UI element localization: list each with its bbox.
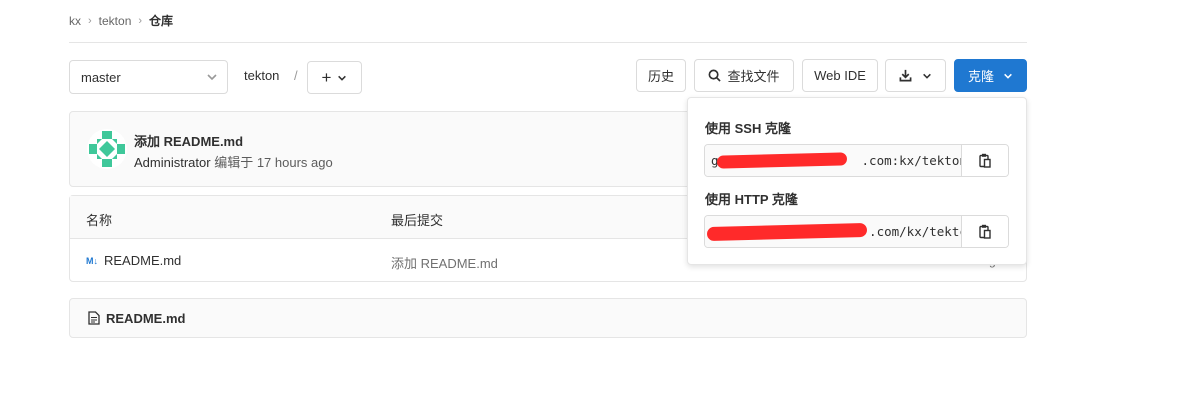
breadcrumb-item-project[interactable]: tekton [99, 14, 132, 28]
ssh-url-input[interactable]: g .com:kx/tekton.g [705, 145, 961, 176]
column-header-name: 名称 [86, 213, 113, 228]
commit-title-link[interactable]: 添加 README.md [134, 131, 243, 150]
table-row[interactable]: M↓ README.md [86, 253, 181, 268]
download-icon [899, 69, 912, 82]
chevron-down-icon [923, 73, 931, 79]
markdown-icon: M↓ [86, 255, 98, 266]
file-commit-message-link[interactable]: 添加 README.md [391, 253, 498, 272]
clipboard-icon [979, 224, 991, 239]
path-separator: / [294, 68, 298, 83]
http-clone-label: 使用 HTTP 克隆 [705, 192, 798, 207]
chevron-down-icon [1004, 73, 1012, 79]
ssh-clone-field: g .com:kx/tekton.g [704, 144, 1009, 177]
breadcrumb: kx › tekton › 仓库 [69, 12, 173, 29]
clone-label: 克隆 [967, 69, 994, 84]
column-header-last-commit: 最后提交 [391, 213, 444, 228]
avatar[interactable] [87, 129, 127, 169]
ssh-clone-label: 使用 SSH 克隆 [705, 121, 791, 136]
download-button[interactable] [885, 59, 946, 92]
commit-time: 编辑于 17 hours ago [214, 155, 333, 170]
find-file-label: 查找文件 [727, 69, 780, 84]
clipboard-icon [979, 153, 991, 168]
web-ide-button[interactable]: Web IDE [802, 59, 878, 92]
chevron-right-icon: › [138, 14, 143, 27]
branch-dropdown[interactable]: master [69, 60, 228, 94]
divider [69, 42, 1027, 43]
chevron-down-icon [338, 75, 347, 81]
find-file-button[interactable]: 查找文件 [694, 59, 794, 92]
clone-dropdown-menu: 使用 SSH 克隆 g .com:kx/tekton.g 使用 HTTP 克隆 … [687, 97, 1027, 265]
commit-author-link[interactable]: Administrator [134, 155, 211, 170]
commit-meta: Administrator 编辑于 17 hours ago [134, 152, 333, 171]
copy-http-button[interactable] [961, 216, 1008, 247]
search-icon [709, 69, 722, 82]
plus-icon: + [321, 68, 332, 87]
breadcrumb-item-kx[interactable]: kx [69, 14, 81, 28]
chevron-down-icon [207, 74, 217, 81]
http-url-input[interactable]: .com/kx/tektc [705, 216, 961, 247]
readme-header: README.md [69, 298, 1027, 338]
file-text-icon [88, 311, 100, 325]
branch-label: master [81, 69, 121, 85]
repo-path-link[interactable]: tekton [244, 68, 279, 83]
history-button[interactable]: 历史 [636, 59, 686, 92]
clone-button[interactable]: 克隆 [954, 59, 1027, 92]
http-clone-field: .com/kx/tektc [704, 215, 1009, 248]
add-new-button[interactable]: + [307, 61, 362, 94]
chevron-right-icon: › [88, 14, 92, 27]
file-name-link[interactable]: README.md [104, 253, 181, 268]
readme-title: README.md [106, 310, 186, 326]
copy-ssh-button[interactable] [961, 145, 1008, 176]
breadcrumb-item-current[interactable]: 仓库 [149, 12, 173, 29]
